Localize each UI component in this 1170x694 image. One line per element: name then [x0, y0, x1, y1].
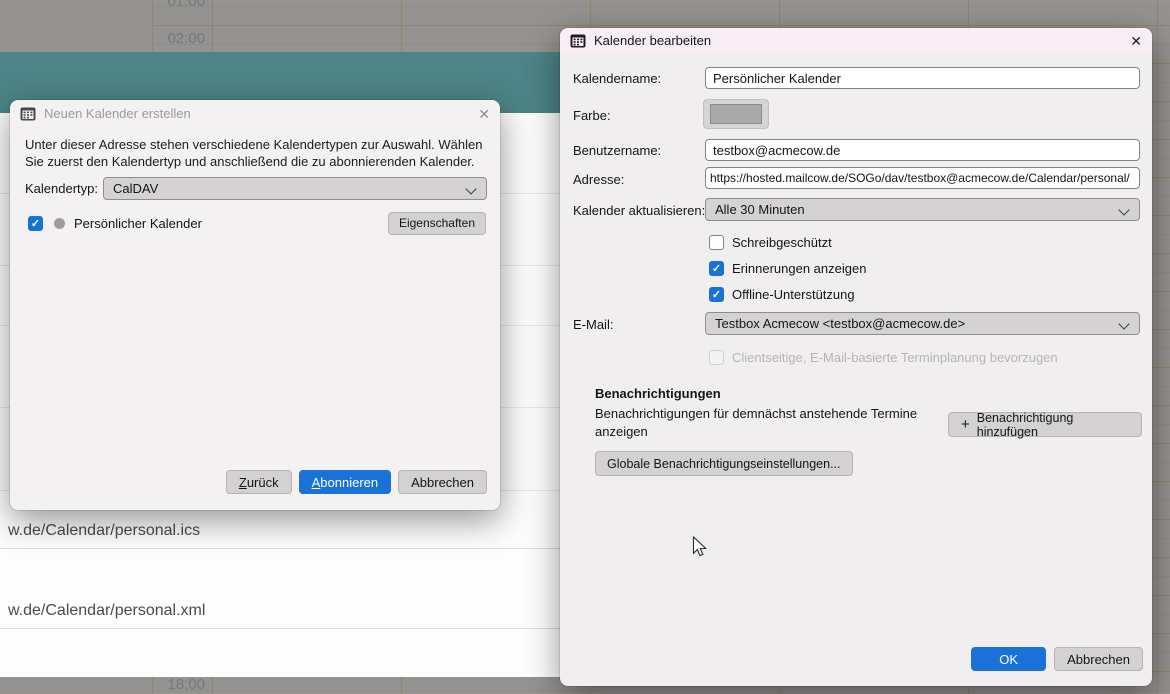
client-scheduling-label: Clientseitige, E-Mail-basierte Terminpla…: [732, 350, 1058, 365]
mouse-cursor: [692, 536, 709, 560]
color-label: Farbe:: [573, 108, 611, 123]
address-label: Adresse:: [573, 172, 624, 187]
address-field-wrap: [705, 167, 1140, 189]
calendar-type-value: CalDAV: [113, 181, 158, 196]
color-picker-button[interactable]: [703, 99, 769, 129]
edit-calendar-dialog: Kalender bearbeiten ✕ Kalendername: Farb…: [560, 28, 1152, 686]
dialog-title: Neuen Kalender erstellen: [44, 106, 191, 121]
back-button[interactable]: Zurück: [226, 470, 292, 494]
edit-dialog-titlebar: Kalender bearbeiten ✕: [560, 28, 1152, 53]
readonly-checkbox-row[interactable]: Schreibgeschützt: [709, 234, 832, 250]
readonly-label: Schreibgeschützt: [732, 235, 832, 250]
email-value: Testbox Acmecow <testbox@acmecow.de>: [715, 316, 965, 331]
global-notification-settings-button[interactable]: Globale Benachrichtigungseinstellungen..…: [595, 451, 853, 476]
calendar-type-select[interactable]: CalDAV: [103, 177, 487, 200]
client-scheduling-checkbox: [709, 350, 724, 365]
calendar-list-item[interactable]: ✓ Persönlicher Kalender Eigenschaften: [28, 210, 486, 236]
calendar-name-label: Kalendername:: [573, 71, 661, 86]
create-calendar-dialog: Neuen Kalender erstellen ✕ Unter dieser …: [10, 100, 500, 510]
username-input[interactable]: [705, 139, 1140, 161]
close-icon[interactable]: ✕: [1130, 34, 1142, 48]
properties-button[interactable]: Eigenschaften: [388, 212, 486, 235]
time-label: 01:00: [153, 0, 205, 10]
reminders-label: Erinnerungen anzeigen: [732, 261, 866, 276]
email-select[interactable]: Testbox Acmecow <testbox@acmecow.de>: [705, 312, 1140, 335]
chevron-down-icon: [467, 184, 477, 194]
ok-button[interactable]: OK: [971, 647, 1046, 671]
cancel-button[interactable]: Abbrechen: [398, 470, 487, 494]
chevron-down-icon: [1120, 205, 1130, 215]
edit-dialog-buttons: OK Abbrechen: [971, 647, 1143, 671]
client-scheduling-checkbox-row: Clientseitige, E-Mail-basierte Terminpla…: [709, 349, 1058, 365]
offline-checkbox-row[interactable]: ✓ Offline-Unterstützung: [709, 286, 855, 302]
calendar-ics-url: w.de/Calendar/personal.ics: [8, 522, 200, 540]
create-dialog-titlebar: Neuen Kalender erstellen ✕: [10, 100, 500, 127]
subscribe-button[interactable]: Abonnieren: [299, 470, 392, 494]
calendar-xml-url: w.de/Calendar/personal.xml: [8, 602, 205, 620]
calendar-type-label: Kalendertyp:: [25, 181, 103, 196]
refresh-interval-select[interactable]: Alle 30 Minuten: [705, 198, 1140, 221]
refresh-interval-value: Alle 30 Minuten: [715, 202, 805, 217]
offline-label: Offline-Unterstützung: [732, 287, 855, 302]
calendar-item-label: Persönlicher Kalender: [74, 216, 202, 231]
plus-icon: +: [961, 416, 970, 433]
reminders-checkbox-row[interactable]: ✓ Erinnerungen anzeigen: [709, 260, 866, 276]
calendar-icon: [20, 107, 36, 121]
offline-checkbox[interactable]: ✓: [709, 287, 724, 302]
close-icon[interactable]: ✕: [478, 107, 490, 121]
create-dialog-buttons: Zurück Abonnieren Abbrechen: [226, 470, 487, 494]
refresh-label: Kalender aktualisieren:: [573, 203, 705, 218]
calendar-item-checkbox[interactable]: ✓: [28, 216, 43, 231]
calendar-color-dot: [54, 218, 65, 229]
chevron-down-icon: [1120, 319, 1130, 329]
calendar-name-field-wrap: [705, 67, 1140, 89]
cancel-button[interactable]: Abbrechen: [1054, 647, 1143, 671]
calendar-icon: [570, 34, 586, 48]
time-label: 02:00: [153, 30, 205, 47]
add-notification-label: Benachrichtigung hinzufügen: [977, 411, 1129, 439]
username-label: Benutzername:: [573, 143, 661, 158]
dialog-description: Unter dieser Adresse stehen verschiedene…: [25, 136, 487, 170]
add-notification-button[interactable]: + Benachrichtigung hinzufügen: [948, 412, 1142, 437]
dialog-title: Kalender bearbeiten: [594, 33, 711, 48]
time-label: 18:00: [153, 676, 205, 693]
notifications-heading: Benachrichtigungen: [595, 386, 721, 401]
username-field-wrap: [705, 139, 1140, 161]
color-swatch: [710, 104, 762, 124]
notifications-description: Benachrichtigungen für demnächst anstehe…: [595, 405, 947, 441]
reminders-checkbox[interactable]: ✓: [709, 261, 724, 276]
email-label: E-Mail:: [573, 317, 613, 332]
calendar-name-input[interactable]: [705, 67, 1140, 89]
address-input[interactable]: [705, 167, 1140, 189]
readonly-checkbox[interactable]: [709, 235, 724, 250]
calendar-type-row: Kalendertyp: CalDAV: [25, 177, 487, 200]
